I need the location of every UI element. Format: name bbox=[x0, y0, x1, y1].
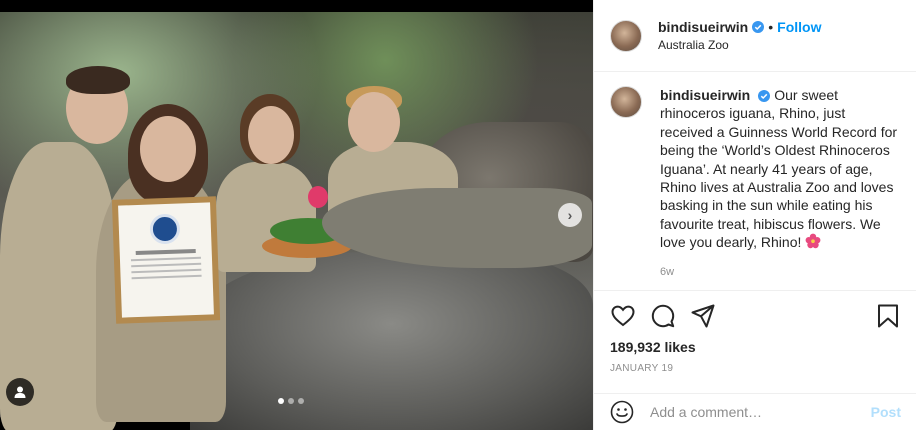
caption-body: bindisueirwin Our sweet rhinoceros iguan… bbox=[660, 86, 900, 290]
verified-badge-icon bbox=[752, 21, 765, 33]
caption-section: bindisueirwin Our sweet rhinoceros iguan… bbox=[594, 72, 916, 290]
caption-text: bindisueirwin Our sweet rhinoceros iguan… bbox=[660, 86, 900, 252]
guinness-seal-icon bbox=[149, 213, 181, 245]
follow-button[interactable]: Follow bbox=[777, 19, 821, 35]
caption-body-text: Our sweet rhinoceros iguana, Rhino, just… bbox=[660, 87, 898, 251]
carousel-next-button[interactable]: › bbox=[558, 203, 582, 227]
carousel-dot bbox=[278, 398, 284, 404]
certificate-text-line bbox=[131, 268, 202, 274]
hibiscus-icon bbox=[805, 233, 821, 249]
hibiscus-flower bbox=[308, 186, 328, 208]
certificate-title-line bbox=[135, 248, 196, 256]
action-section: 189,932 likes JANUARY 19 bbox=[594, 290, 916, 374]
header-top-row: bindisueirwin • Follow bbox=[658, 19, 821, 35]
verified-badge-icon bbox=[758, 90, 771, 103]
foreground-rock bbox=[190, 252, 593, 430]
heart-icon[interactable] bbox=[610, 303, 636, 329]
separator-dot: • bbox=[768, 19, 774, 35]
certificate-text-line bbox=[131, 274, 202, 280]
post-details-panel: bindisueirwin • Follow Australia Zoo bin… bbox=[593, 0, 916, 430]
person-right-head bbox=[348, 92, 400, 152]
post-comment-button[interactable]: Post bbox=[871, 404, 901, 420]
user-tag-button[interactable] bbox=[6, 378, 34, 406]
action-bar bbox=[610, 301, 901, 331]
user-tag-icon bbox=[14, 386, 26, 398]
certificate-text-line bbox=[131, 262, 202, 268]
post-photo[interactable] bbox=[0, 12, 593, 430]
header-text: bindisueirwin • Follow Australia Zoo bbox=[658, 19, 821, 52]
chevron-right-icon: › bbox=[567, 207, 573, 223]
person-left-hair bbox=[66, 66, 130, 94]
carousel-dot bbox=[298, 398, 304, 404]
share-icon[interactable] bbox=[690, 303, 716, 329]
person-second-head bbox=[140, 116, 196, 182]
carousel-indicator bbox=[278, 398, 304, 404]
certificate-paper bbox=[118, 202, 214, 318]
avatar[interactable] bbox=[610, 86, 642, 118]
caption-timestamp[interactable]: 6w bbox=[660, 266, 900, 278]
comment-icon[interactable] bbox=[650, 303, 676, 329]
post-date[interactable]: JANUARY 19 bbox=[610, 363, 901, 374]
person-third-head bbox=[248, 106, 294, 164]
likes-count[interactable]: 189,932 likes bbox=[610, 339, 901, 355]
comment-input[interactable] bbox=[650, 404, 871, 420]
certificate-text-line bbox=[130, 256, 201, 262]
comment-form: Post bbox=[594, 393, 916, 430]
username-link[interactable]: bindisueirwin bbox=[658, 19, 748, 35]
carousel-dot bbox=[288, 398, 294, 404]
avatar[interactable] bbox=[610, 19, 642, 52]
emoji-icon[interactable] bbox=[610, 400, 634, 424]
location-link[interactable]: Australia Zoo bbox=[658, 38, 821, 52]
post-media: › bbox=[0, 0, 593, 430]
guinness-certificate bbox=[111, 196, 221, 324]
bookmark-icon[interactable] bbox=[875, 303, 901, 329]
post-header: bindisueirwin • Follow Australia Zoo bbox=[594, 0, 916, 72]
caption-username-link[interactable]: bindisueirwin bbox=[660, 87, 750, 103]
